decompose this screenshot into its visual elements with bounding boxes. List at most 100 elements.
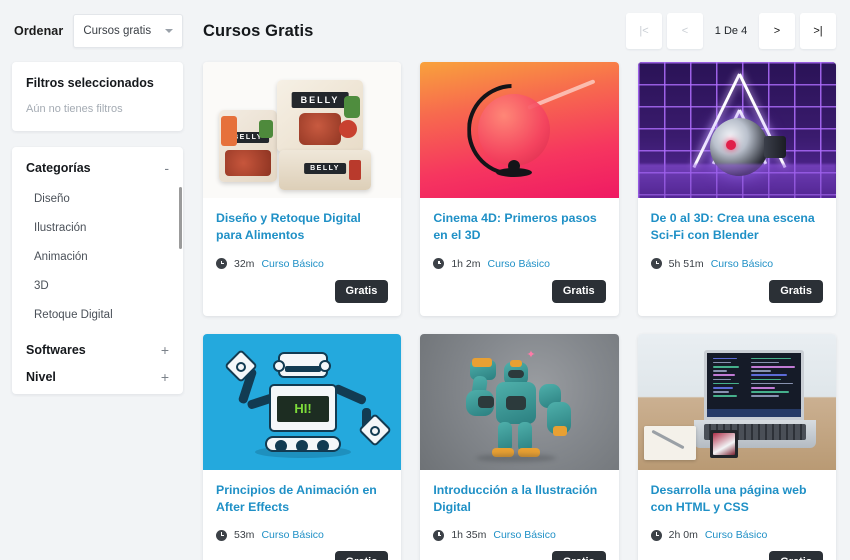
course-card[interactable]: ✦ Introducción a la Ilustración Digital … [420, 333, 619, 560]
category-item-ilustracion[interactable]: Ilustración [26, 214, 169, 243]
filter-group-header-nivel[interactable]: Nivel + [12, 357, 183, 384]
pagination-next-button[interactable]: > [759, 13, 795, 49]
collapse-minus-icon: - [164, 160, 169, 176]
sort-row: Ordenar Cursos gratis [12, 0, 183, 62]
course-duration: 2h 0m [668, 529, 698, 542]
pagination-info: 1 De 4 [714, 25, 748, 37]
clock-icon [216, 529, 227, 541]
clock-icon [433, 258, 445, 270]
selected-filters-panel: Filtros seleccionados Aún no tienes filt… [12, 62, 183, 131]
course-level-link[interactable]: Curso Básico [493, 529, 555, 541]
course-level-link[interactable]: Curso Básico [488, 258, 550, 270]
pagination-last-button[interactable]: >| [800, 13, 836, 49]
price-badge: Gratis [769, 551, 823, 560]
course-duration: 53m [234, 529, 255, 542]
brand-label: BELLY [304, 163, 346, 174]
clock-icon [433, 529, 445, 541]
course-meta: 1h 2m Curso Básico [433, 258, 605, 270]
course-meta: 2h 0m Curso Básico [650, 529, 823, 542]
course-card-body: Introducción a la Ilustración Digital 1h… [420, 470, 618, 560]
filter-group-title: Categorías [26, 161, 91, 175]
filter-group-header-categorias[interactable]: Categorías - [12, 161, 183, 175]
expand-plus-icon: + [160, 342, 169, 358]
course-duration: 1h 2m [451, 257, 481, 270]
sort-select-value: Cursos gratis [83, 25, 152, 37]
course-duration: 1h 35m [451, 529, 487, 542]
clock-icon [216, 258, 227, 270]
category-item-diseno[interactable]: Diseño [26, 185, 169, 214]
selected-filters-empty: Aún no tienes filtros [26, 103, 123, 115]
course-title-link[interactable]: Diseño y Retoque Digital para Alimentos [216, 210, 388, 244]
pagination-first-button[interactable]: |< [626, 13, 662, 49]
filter-group-title: Softwares [26, 343, 86, 357]
course-grid: BELLY BELLY BELLY Diseño y Retoque Digit… [203, 62, 836, 560]
course-card[interactable]: De 0 al 3D: Crea una escena Sci-Fi con B… [637, 62, 836, 316]
course-thumbnail-laptop-code[interactable] [637, 333, 836, 470]
category-item-animacion[interactable]: Animación [26, 243, 169, 272]
sort-select[interactable]: Cursos gratis [73, 14, 183, 48]
course-card-body: Cinema 4D: Primeros pasos en el 3D 1h 2m… [420, 198, 618, 316]
category-item-retoque-digital[interactable]: Retoque Digital [26, 301, 169, 330]
main-header: Cursos Gratis |< < 1 De 4 > >| [203, 0, 836, 62]
course-meta: 32m Curso Básico [216, 258, 388, 270]
course-title-link[interactable]: Cinema 4D: Primeros pasos en el 3D [433, 210, 605, 244]
course-duration: 5h 51m [668, 257, 704, 270]
expand-plus-icon: + [160, 369, 169, 385]
course-card[interactable]: HI! Principios de Animación en After Eff… [203, 333, 402, 560]
page-title: Cursos Gratis [203, 21, 314, 40]
course-card[interactable]: Desarrolla una página web con HTML y CSS… [637, 333, 836, 560]
course-thumbnail-flat-robot[interactable]: HI! [203, 333, 402, 470]
selected-filters-title: Filtros seleccionados [26, 76, 154, 90]
course-level-link[interactable]: Curso Básico [261, 529, 323, 541]
price-badge: Gratis [769, 279, 823, 303]
course-badge-row: Gratis [216, 551, 389, 560]
course-thumbnail-3d-robot[interactable]: ✦ [420, 333, 619, 470]
course-card[interactable]: Cinema 4D: Primeros pasos en el 3D 1h 2m… [420, 62, 619, 316]
course-title-link[interactable]: Desarrolla una página web con HTML y CSS [651, 482, 823, 516]
chevron-down-icon [165, 29, 173, 33]
course-level-link[interactable]: Curso Básico [261, 258, 323, 270]
course-thumbnail-scifi-sphere[interactable] [637, 62, 836, 198]
course-title-link[interactable]: Principios de Animación en After Effects [216, 482, 388, 516]
course-badge-row: Gratis [433, 279, 606, 303]
course-title-link[interactable]: Introducción a la Ilustración Digital [433, 482, 605, 516]
price-badge: Gratis [551, 551, 606, 560]
filter-group-title: Nivel [26, 370, 56, 384]
price-badge: Gratis [551, 279, 606, 303]
sidebar: Ordenar Cursos gratis Filtros selecciona… [0, 0, 195, 560]
course-thumbnail-pink-globe[interactable] [420, 62, 619, 198]
course-meta: 1h 35m Curso Básico [433, 529, 605, 541]
sort-label: Ordenar [14, 24, 64, 38]
course-card[interactable]: BELLY BELLY BELLY Diseño y Retoque Digit… [203, 62, 402, 316]
filter-groups-panel: Categorías - Diseño Ilustración Animació… [12, 147, 183, 394]
course-level-link[interactable]: Curso Básico [711, 258, 773, 270]
course-meta: 5h 51m Curso Básico [650, 257, 823, 270]
course-card-body: Diseño y Retoque Digital para Alimentos … [203, 198, 401, 316]
spark-icon: ✦ [526, 348, 536, 361]
course-card-body: Principios de Animación en After Effects… [203, 470, 401, 560]
price-badge: Gratis [334, 551, 389, 560]
course-badge-row: Gratis [651, 551, 823, 560]
clock-icon [650, 258, 662, 270]
main-content: Cursos Gratis |< < 1 De 4 > >| BELLY BEL… [195, 0, 850, 560]
course-thumbnail-food-packaging[interactable]: BELLY BELLY BELLY [203, 62, 402, 198]
brand-label: BELLY [291, 92, 349, 108]
robot-screen-text: HI! [277, 395, 329, 422]
course-card-body: De 0 al 3D: Crea una escena Sci-Fi con B… [638, 198, 836, 316]
course-badge-row: Gratis [216, 279, 389, 303]
course-title-link[interactable]: De 0 al 3D: Crea una escena Sci-Fi con B… [651, 210, 823, 244]
course-badge-row: Gratis [651, 279, 823, 303]
category-list-scrollbar[interactable] [179, 187, 182, 249]
course-level-link[interactable]: Curso Básico [705, 529, 767, 541]
clock-icon [650, 529, 662, 541]
course-catalog-page: Ordenar Cursos gratis Filtros selecciona… [0, 0, 850, 560]
category-list: Diseño Ilustración Animación 3D Retoque … [12, 185, 183, 330]
course-meta: 53m Curso Básico [216, 529, 388, 541]
category-item-3d[interactable]: 3D [26, 272, 169, 301]
course-badge-row: Gratis [433, 551, 606, 560]
pagination: |< < 1 De 4 > >| [626, 13, 836, 49]
filter-group-header-softwares[interactable]: Softwares + [12, 336, 183, 357]
course-card-body: Desarrolla una página web con HTML y CSS… [638, 470, 836, 560]
pagination-prev-button[interactable]: < [667, 13, 703, 49]
price-badge: Gratis [334, 279, 389, 303]
